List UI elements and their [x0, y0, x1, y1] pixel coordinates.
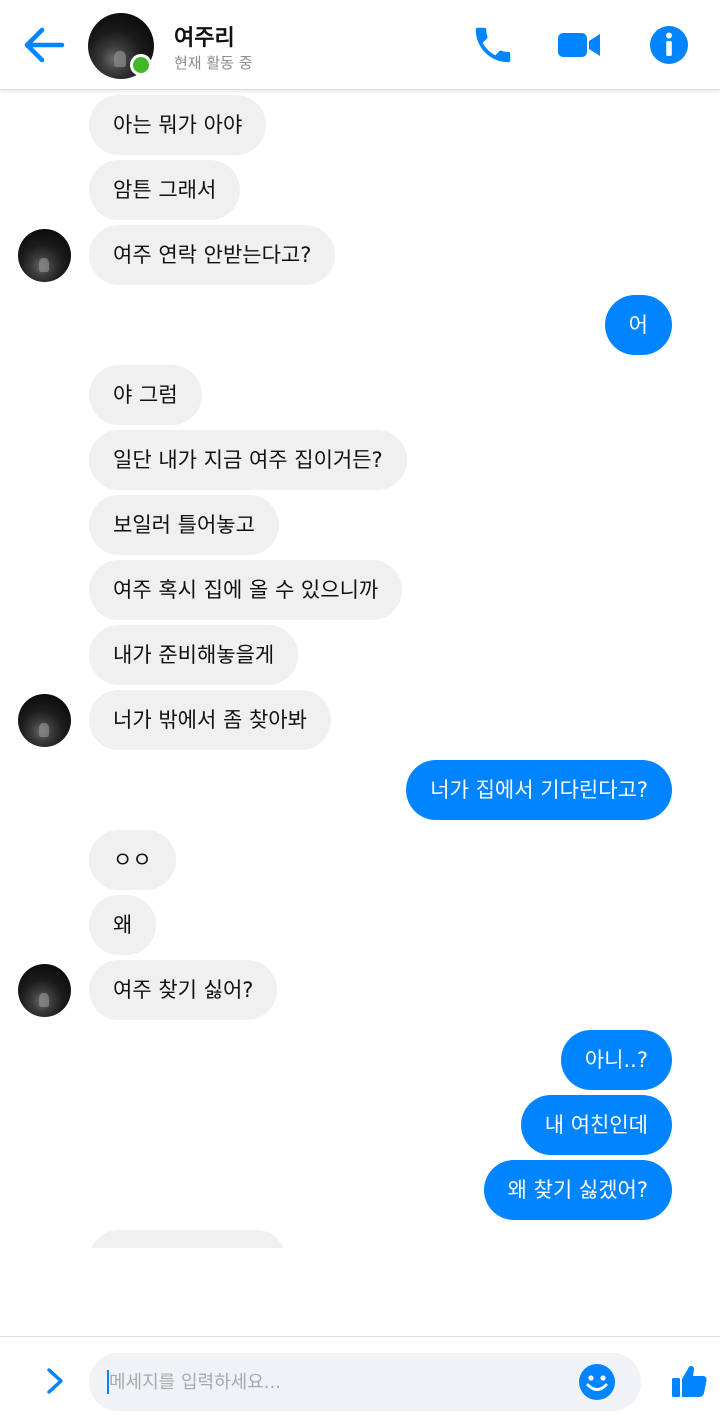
incoming-message-bubble[interactable]: 왜 [89, 895, 157, 955]
thumbs-up-icon[interactable] [670, 1362, 708, 1400]
outgoing-message-bubble[interactable]: 너가 집에서 기다린다고? [406, 760, 672, 820]
contact-name[interactable]: 여주리 [174, 20, 235, 52]
incoming-message-bubble[interactable]: ㅇㅇ [89, 830, 176, 890]
incoming-message-bubble[interactable]: 보일러 틀어놓고 [89, 495, 279, 555]
message-thread[interactable]: 아는 뭐가 아야 암튼 그래서 여주 연락 안받는다고? 어야 그럼 일단 내가 지금 … [0, 90, 720, 1248]
incoming-message-bubble[interactable]: 야 그럼 [89, 365, 202, 425]
message-input[interactable] [109, 1353, 579, 1411]
sender-avatar[interactable] [18, 694, 71, 747]
outgoing-message-bubble[interactable]: 아니..? [560, 1030, 672, 1090]
incoming-message-bubble[interactable]: 여주 혹시 집에 올 수 있으니까 [89, 560, 403, 620]
incoming-message-bubble[interactable]: 내가 준비해놓을게 [89, 625, 299, 685]
video-camera-icon[interactable] [556, 22, 602, 68]
chevron-right-icon[interactable] [36, 1363, 72, 1399]
incoming-message-bubble[interactable]: 아는 뭐가 아야 [89, 95, 267, 155]
outgoing-message-bubble[interactable]: 내 여친인데 [520, 1095, 672, 1155]
phone-icon[interactable] [470, 22, 516, 68]
sender-avatar[interactable] [18, 229, 71, 282]
incoming-message-bubble[interactable]: 그러니까 좀 잘해 [89, 1230, 286, 1248]
incoming-message-bubble[interactable]: 암튼 그래서 [89, 160, 241, 220]
online-status-dot [130, 54, 152, 76]
incoming-message-bubble[interactable]: 여주 찾기 싫어? [89, 960, 278, 1020]
contact-status: 현재 활동 중 [174, 54, 253, 72]
chat-header: 여주리 현재 활동 중 [0, 0, 720, 90]
message-input-container[interactable] [89, 1353, 641, 1411]
sender-avatar[interactable] [18, 964, 71, 1017]
incoming-message-bubble[interactable]: 너가 밖에서 좀 찾아봐 [89, 690, 331, 750]
incoming-message-bubble[interactable]: 일단 내가 지금 여주 집이거든? [89, 430, 407, 490]
incoming-message-bubble[interactable]: 여주 연락 안받는다고? [89, 225, 336, 285]
info-icon[interactable] [646, 22, 692, 68]
back-arrow-icon[interactable] [18, 22, 68, 68]
outgoing-message-bubble[interactable]: 어 [604, 295, 672, 355]
smiley-icon[interactable] [577, 1362, 617, 1402]
outgoing-message-bubble[interactable]: 왜 찾기 싫겠어? [483, 1160, 672, 1220]
